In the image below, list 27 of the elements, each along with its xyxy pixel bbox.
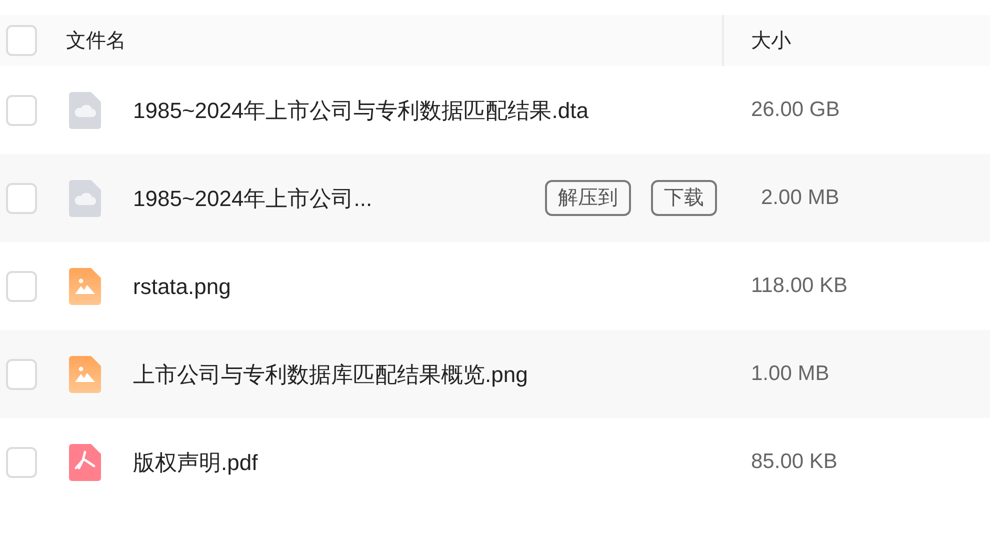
pdf-file-icon: [69, 444, 101, 480]
cloud-file-icon: [69, 180, 101, 216]
file-size: 85.00 KB: [750, 449, 838, 476]
file-row[interactable]: 上市公司与专利数据库匹配结果概览.png 1.00 MB: [0, 330, 990, 418]
action-button[interactable]: 解压到: [545, 180, 631, 216]
checkbox[interactable]: [6, 446, 37, 478]
checkbox[interactable]: [6, 182, 37, 214]
file-name: 上市公司与专利数据库匹配结果概览.png: [133, 360, 528, 389]
file-size: 26.00 GB: [750, 97, 840, 124]
file-size: 2.00 MB: [760, 185, 840, 212]
file-row[interactable]: 1985~2024年上市公司... 解压到 下载 2.00 MB: [0, 154, 990, 242]
column-header: 大小: [750, 28, 791, 54]
checkbox[interactable]: [6, 25, 37, 56]
file-name: 1985~2024年上市公司...: [133, 184, 372, 212]
file-name: 版权声明.pdf: [133, 448, 258, 477]
column-header: 文件名: [66, 28, 127, 54]
file-name: 1985~2024年上市公司与专利数据匹配结果.dta: [133, 96, 588, 124]
image-file-icon: [69, 268, 101, 304]
checkbox[interactable]: [6, 270, 37, 302]
file-size: 1.00 MB: [750, 361, 830, 388]
cloud-file-icon: [69, 92, 101, 128]
image-file-icon: [69, 356, 101, 392]
file-name: rstata.png: [133, 272, 231, 301]
file-size: 118.00 KB: [750, 273, 848, 300]
checkbox[interactable]: [6, 358, 37, 390]
action-button[interactable]: 下载: [651, 180, 717, 216]
checkbox[interactable]: [6, 94, 37, 126]
